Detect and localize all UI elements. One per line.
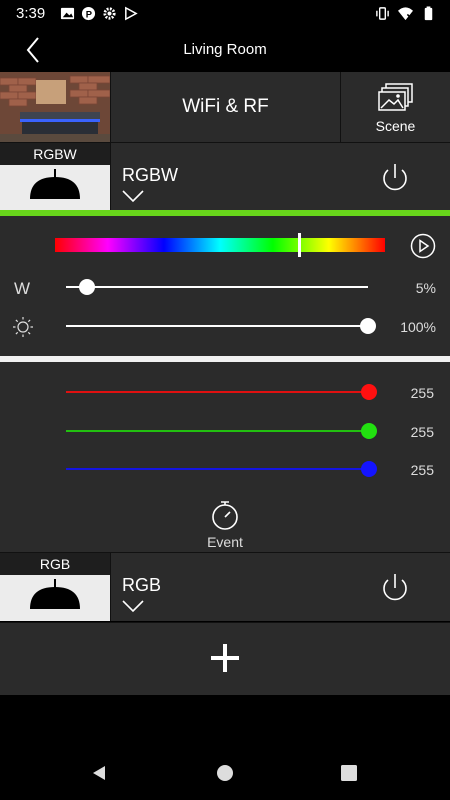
blue-slider-thumb[interactable]	[361, 461, 377, 477]
play-icon[interactable]	[410, 233, 436, 259]
device-row-rgb: RGB RGB	[0, 553, 450, 621]
room-photo[interactable]	[0, 72, 110, 142]
red-slider-thumb[interactable]	[361, 384, 377, 400]
controller-name[interactable]: WiFi & RF	[111, 72, 340, 142]
blue-value: 255	[410, 462, 434, 478]
battery-icon	[424, 6, 433, 21]
brightness-icon	[13, 317, 33, 337]
lamp-thumbnail[interactable]: RGB	[0, 553, 110, 621]
white-slider-track[interactable]	[66, 286, 368, 288]
lamp-thumbnail[interactable]: RGBW	[0, 143, 110, 211]
status-time: 3:39	[16, 5, 46, 22]
green-value: 255	[410, 424, 434, 440]
scene-button[interactable]: Scene	[341, 72, 450, 142]
lamp-icon	[30, 579, 80, 609]
top-nav: Living Room	[0, 28, 450, 72]
lamp-tag: RGBW	[0, 143, 110, 165]
image-icon	[60, 7, 75, 20]
event-button[interactable]: Event	[0, 492, 450, 552]
hue-slider-marker[interactable]	[297, 233, 301, 257]
play-store-icon	[125, 6, 138, 21]
power-icon[interactable]	[378, 161, 412, 195]
status-bar: 3:39 P	[0, 0, 450, 28]
white-value: 5%	[415, 280, 436, 296]
nav-recents-icon[interactable]	[341, 765, 357, 781]
white-channel-label: W	[14, 279, 31, 298]
lamp-icon	[30, 169, 80, 199]
add-device-button[interactable]	[0, 623, 450, 695]
lamp-tag: RGB	[0, 553, 110, 575]
rgb-control-panel	[0, 362, 450, 492]
green-slider-thumb[interactable]	[361, 423, 377, 439]
svg-text:P: P	[86, 9, 92, 19]
plus-icon	[211, 644, 239, 672]
brightness-value: 100%	[400, 319, 436, 335]
brightness-slider-track[interactable]	[66, 325, 368, 327]
power-icon[interactable]	[378, 571, 412, 605]
device-row-rgbw: RGBW RGBW	[0, 143, 450, 211]
nav-back-icon[interactable]	[90, 764, 108, 782]
red-slider-track[interactable]	[66, 391, 368, 393]
event-label: Event	[207, 534, 243, 550]
vibrate-icon	[376, 7, 389, 20]
green-slider-track[interactable]	[66, 430, 368, 432]
room-header-row: WiFi & RF Scene	[0, 72, 450, 142]
system-nav-bar	[0, 740, 450, 800]
page-title: Living Room	[183, 41, 267, 58]
red-value: 255	[410, 385, 434, 401]
hue-slider[interactable]	[55, 238, 385, 252]
gear-icon	[103, 7, 116, 20]
timer-icon	[212, 501, 238, 530]
nav-home-icon[interactable]	[216, 764, 234, 782]
white-slider-thumb[interactable]	[79, 279, 96, 295]
chevron-down-icon[interactable]	[122, 189, 144, 203]
blue-slider-track[interactable]	[66, 468, 368, 470]
device-name[interactable]: RGB	[122, 575, 161, 596]
wifi-icon	[398, 7, 413, 21]
device-name[interactable]: RGBW	[122, 165, 178, 186]
scene-label: Scene	[375, 118, 416, 134]
chevron-down-icon[interactable]	[122, 599, 144, 613]
brightness-slider-thumb[interactable]	[360, 318, 376, 334]
scene-icon	[378, 83, 413, 111]
p-app-icon: P	[81, 6, 96, 21]
